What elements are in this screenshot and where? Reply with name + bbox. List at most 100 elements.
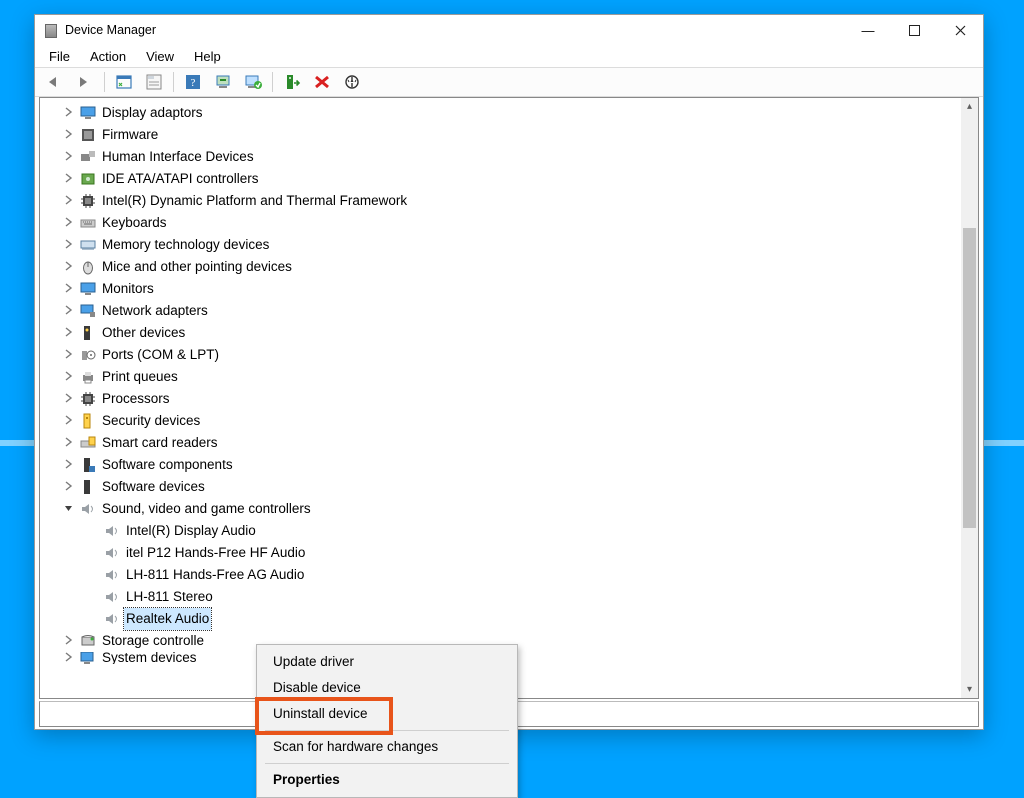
tree-device-label[interactable]: LH-811 Stereo bbox=[124, 586, 215, 608]
tree-category-label[interactable]: Software devices bbox=[100, 476, 207, 498]
close-button[interactable] bbox=[937, 15, 983, 45]
titlebar[interactable]: Device Manager — bbox=[35, 15, 983, 45]
tree-category[interactable]: Keyboards bbox=[48, 212, 978, 234]
tree-device-label[interactable]: itel P12 Hands-Free HF Audio bbox=[124, 542, 307, 564]
scroll-up-button[interactable]: ▴ bbox=[961, 98, 978, 115]
expand-icon[interactable] bbox=[62, 303, 76, 317]
expand-icon[interactable] bbox=[62, 435, 76, 449]
context-menu-item[interactable]: Uninstall device bbox=[259, 701, 515, 727]
expand-icon[interactable] bbox=[62, 149, 76, 163]
tree-category[interactable]: Intel(R) Dynamic Platform and Thermal Fr… bbox=[48, 190, 978, 212]
toolbar-delete[interactable] bbox=[308, 70, 336, 94]
tree-device-label[interactable]: Realtek Audio bbox=[124, 608, 211, 630]
tree-category-label[interactable]: Processors bbox=[100, 388, 172, 410]
tree-category-label[interactable]: Print queues bbox=[100, 366, 180, 388]
toolbar-enable-device[interactable] bbox=[209, 70, 237, 94]
tree-category-label[interactable]: Display adaptors bbox=[100, 102, 205, 124]
scroll-thumb[interactable] bbox=[963, 228, 976, 528]
tree-category[interactable]: Software devices bbox=[48, 476, 978, 498]
tree-category-label[interactable]: Other devices bbox=[100, 322, 187, 344]
tree-category[interactable]: Print queues bbox=[48, 366, 978, 388]
tree-category[interactable]: Software components bbox=[48, 454, 978, 476]
tree-category[interactable]: IDE ATA/ATAPI controllers bbox=[48, 168, 978, 190]
context-menu-item[interactable]: Disable device bbox=[259, 675, 515, 701]
expand-icon[interactable] bbox=[62, 193, 76, 207]
tree-category-label[interactable]: Security devices bbox=[100, 410, 202, 432]
tree-category[interactable]: Processors bbox=[48, 388, 978, 410]
expand-icon[interactable] bbox=[62, 457, 76, 471]
toolbar-show-hidden[interactable] bbox=[110, 70, 138, 94]
tree-spacer bbox=[86, 567, 100, 581]
toolbar-uninstall-device[interactable] bbox=[278, 70, 306, 94]
tree-category-label[interactable]: IDE ATA/ATAPI controllers bbox=[100, 168, 261, 190]
tree-category[interactable]: Network adapters bbox=[48, 300, 978, 322]
expand-icon[interactable] bbox=[62, 259, 76, 273]
toolbar-help[interactable]: ? bbox=[179, 70, 207, 94]
expand-icon[interactable] bbox=[62, 479, 76, 493]
tree-category[interactable]: Smart card readers bbox=[48, 432, 978, 454]
menu-file[interactable]: File bbox=[41, 47, 78, 66]
menu-action[interactable]: Action bbox=[82, 47, 134, 66]
context-menu-item[interactable]: Update driver bbox=[259, 649, 515, 675]
tree-category[interactable]: Display adaptors bbox=[48, 102, 978, 124]
tree-category-label[interactable]: Storage controlle bbox=[100, 630, 206, 652]
tree-category[interactable]: Other devices bbox=[48, 322, 978, 344]
expand-icon[interactable] bbox=[62, 237, 76, 251]
expand-icon[interactable] bbox=[62, 281, 76, 295]
toolbar-forward[interactable] bbox=[71, 70, 99, 94]
vertical-scrollbar[interactable]: ▴ ▾ bbox=[961, 98, 978, 698]
expand-icon[interactable] bbox=[62, 413, 76, 427]
tree-device-label[interactable]: Intel(R) Display Audio bbox=[124, 520, 258, 542]
expand-icon[interactable] bbox=[62, 369, 76, 383]
expand-icon[interactable] bbox=[62, 633, 76, 647]
minimize-button[interactable]: — bbox=[845, 15, 891, 45]
tree-category-label[interactable]: System devices bbox=[100, 652, 199, 664]
expand-icon[interactable] bbox=[62, 127, 76, 141]
tree-category[interactable]: Mice and other pointing devices bbox=[48, 256, 978, 278]
tree-category-label[interactable]: Keyboards bbox=[100, 212, 169, 234]
tree-device[interactable]: Realtek Audio bbox=[48, 608, 978, 630]
menu-view[interactable]: View bbox=[138, 47, 182, 66]
expand-icon[interactable] bbox=[62, 652, 76, 664]
tree-category-label[interactable]: Ports (COM & LPT) bbox=[100, 344, 221, 366]
expand-icon[interactable] bbox=[62, 347, 76, 361]
tree-device-label[interactable]: LH-811 Hands-Free AG Audio bbox=[124, 564, 306, 586]
toolbar-update-driver[interactable] bbox=[239, 70, 267, 94]
maximize-button[interactable] bbox=[891, 15, 937, 45]
tree-category-label[interactable]: Firmware bbox=[100, 124, 160, 146]
tree-category[interactable]: Ports (COM & LPT) bbox=[48, 344, 978, 366]
tree-category[interactable]: Human Interface Devices bbox=[48, 146, 978, 168]
tree-category-label[interactable]: Sound, video and game controllers bbox=[100, 498, 313, 520]
toolbar-scan-hardware[interactable] bbox=[338, 70, 366, 94]
scroll-down-button[interactable]: ▾ bbox=[961, 681, 978, 698]
tree-category-label[interactable]: Intel(R) Dynamic Platform and Thermal Fr… bbox=[100, 190, 409, 212]
tree-category[interactable]: Security devices bbox=[48, 410, 978, 432]
tree-category-label[interactable]: Human Interface Devices bbox=[100, 146, 256, 168]
menu-help[interactable]: Help bbox=[186, 47, 229, 66]
tree-category-label[interactable]: Memory technology devices bbox=[100, 234, 271, 256]
expand-icon[interactable] bbox=[62, 325, 76, 339]
expand-icon[interactable] bbox=[62, 171, 76, 185]
tree-category-label[interactable]: Smart card readers bbox=[100, 432, 220, 454]
tree-device[interactable]: LH-811 Stereo bbox=[48, 586, 978, 608]
context-menu-item[interactable]: Scan for hardware changes bbox=[259, 734, 515, 760]
tree-category-label[interactable]: Mice and other pointing devices bbox=[100, 256, 294, 278]
tree-category[interactable]: Firmware bbox=[48, 124, 978, 146]
tree-category[interactable]: Memory technology devices bbox=[48, 234, 978, 256]
expand-icon[interactable] bbox=[62, 391, 76, 405]
toolbar-back[interactable] bbox=[41, 70, 69, 94]
tree-category-label[interactable]: Network adapters bbox=[100, 300, 210, 322]
tree-device[interactable]: itel P12 Hands-Free HF Audio bbox=[48, 542, 978, 564]
collapse-icon[interactable] bbox=[62, 501, 76, 515]
tree-category-label[interactable]: Monitors bbox=[100, 278, 156, 300]
toolbar-properties[interactable] bbox=[140, 70, 168, 94]
expand-icon[interactable] bbox=[62, 105, 76, 119]
expand-icon[interactable] bbox=[62, 215, 76, 229]
tree-category[interactable]: Monitors bbox=[48, 278, 978, 300]
tree-category[interactable]: Sound, video and game controllers bbox=[48, 498, 978, 520]
context-menu-item[interactable]: Properties bbox=[259, 767, 515, 793]
tree-device[interactable]: Intel(R) Display Audio bbox=[48, 520, 978, 542]
tree-device[interactable]: LH-811 Hands-Free AG Audio bbox=[48, 564, 978, 586]
tree-category-label[interactable]: Software components bbox=[100, 454, 235, 476]
device-tree[interactable]: Display adaptorsFirmwareHuman Interface … bbox=[40, 98, 978, 668]
